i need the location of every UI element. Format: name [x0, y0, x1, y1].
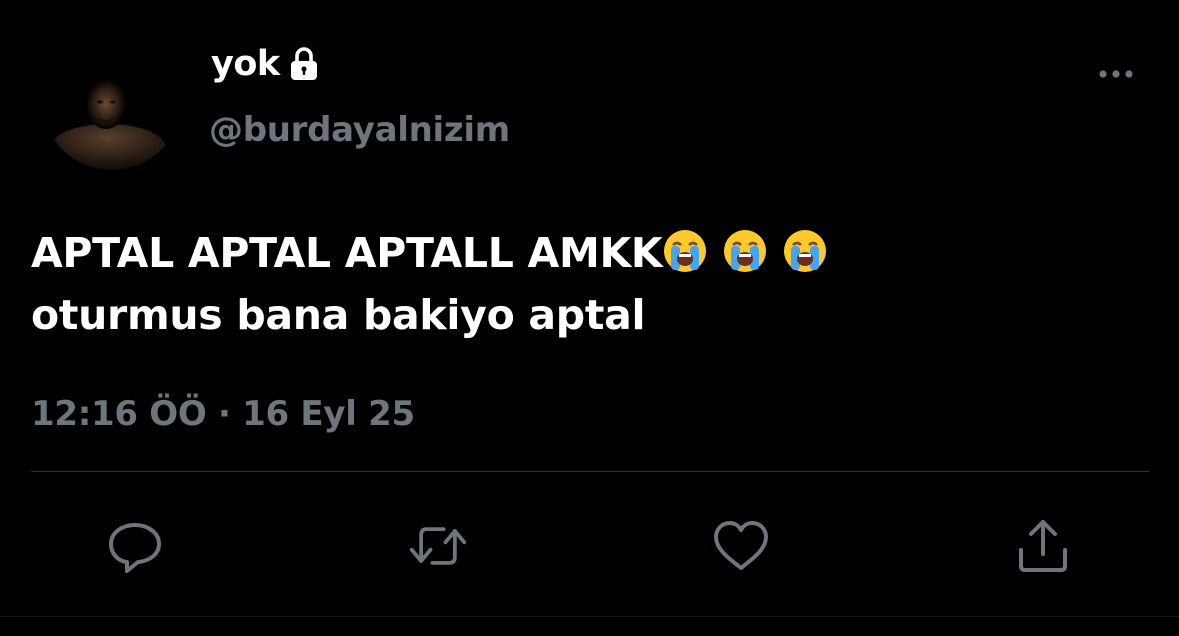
heart-icon	[714, 521, 768, 570]
loudly-crying-face-emoji-icon	[722, 228, 768, 274]
avatar[interactable]	[42, 30, 182, 170]
retweet-icon	[409, 527, 467, 565]
display-name-text: yok	[211, 44, 280, 84]
share-button[interactable]	[1013, 516, 1073, 576]
share-icon	[1019, 520, 1067, 572]
more-options-button[interactable]	[1092, 58, 1140, 90]
avatar-image	[42, 30, 182, 170]
lock-icon	[286, 46, 322, 82]
loudly-crying-face-emoji-icon	[662, 228, 708, 274]
tweet-text-line-1-content: APTAL APTAL APTALL AMKK	[31, 229, 663, 277]
more-icon	[1099, 70, 1133, 78]
like-button[interactable]	[711, 516, 771, 576]
retweet-button[interactable]	[408, 516, 468, 576]
tweet-text: APTAL APTAL APTALL AMKK oturmus bana bak…	[31, 222, 1141, 346]
tweet-text-line-2: oturmus bana bakiyo aptal	[31, 291, 646, 339]
tweet-timestamp[interactable]: 12:16 ÖÖ · 16 Eyl 25	[31, 394, 415, 434]
divider	[31, 471, 1149, 472]
loudly-crying-face-emoji-icon	[782, 228, 828, 274]
bottom-divider	[0, 616, 1179, 617]
tweet-text-line-1: APTAL APTAL APTALL AMKK	[31, 222, 1141, 284]
display-name[interactable]: yok	[211, 44, 322, 84]
reply-button[interactable]	[105, 516, 165, 576]
reply-icon	[109, 523, 161, 573]
user-handle[interactable]: @burdayalnizim	[209, 110, 510, 150]
